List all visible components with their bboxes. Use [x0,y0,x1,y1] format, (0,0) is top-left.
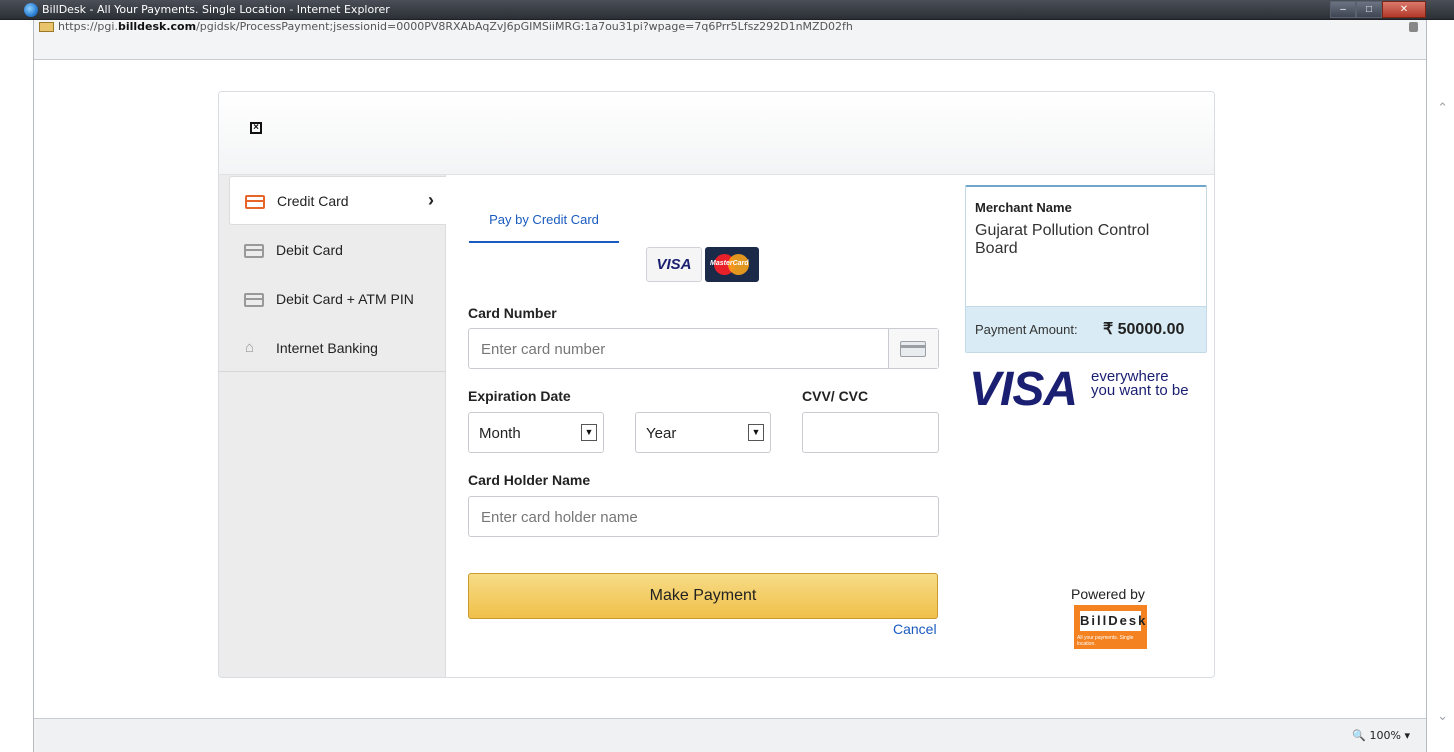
mastercard-logo: MasterCard [705,247,759,282]
cancel-link[interactable]: Cancel [893,621,937,637]
visa-logo: VISA [646,247,702,282]
sidebar-item-label: Credit Card [277,193,349,209]
status-bar: 🔍 100% ▾ [34,718,1426,752]
chevron-down-icon: ▼ [581,424,597,441]
payment-method-nav: Credit Card › Debit Card Debit Card + AT… [219,175,446,677]
sidebar-item-label: Internet Banking [276,340,378,356]
address-bar[interactable]: https://pgi.billdesk.com/pgidsk/ProcessP… [0,20,1454,60]
card-holder-label: Card Holder Name [468,472,591,488]
sidebar-item-debit-card[interactable]: Debit Card [229,226,446,275]
home-icon: ⌂ [245,339,255,356]
expiration-date-label: Expiration Date [468,388,571,404]
lock-icon[interactable] [1409,22,1418,32]
close-window-button[interactable]: ✕ [1382,1,1426,18]
cvv-input[interactable] [802,412,939,453]
tab-pay-by-credit-card[interactable]: Pay by Credit Card [469,210,619,243]
month-select[interactable]: Month ▼ [468,412,604,453]
scroll-down-icon[interactable]: ⌄ [1437,708,1448,724]
internet-explorer-icon [24,3,38,17]
visa-tagline: everywhere you want to be [1091,368,1189,399]
vertical-scrollbar[interactable]: ⌃ ⌄ [1426,20,1454,752]
card-number-label: Card Number [468,305,557,321]
make-payment-button[interactable]: Make Payment [468,573,938,619]
card-holder-input[interactable]: Enter card holder name [468,496,939,537]
sidebar-item-internet-banking[interactable]: ⌂ Internet Banking [229,324,446,373]
panel-header: × [219,92,1214,175]
chevron-down-icon: ▼ [748,424,764,441]
maximize-button[interactable]: □ [1356,1,1382,18]
debit-card-icon [244,293,264,307]
debit-card-icon [244,244,264,258]
scroll-up-icon[interactable]: ⌃ [1437,100,1448,116]
merchant-heading: Merchant Name [975,200,1072,215]
zoom-control[interactable]: 🔍 100% ▾ [1352,729,1410,742]
window-titlebar: BillDesk - All Your Payments. Single Loc… [0,0,1454,20]
zoom-level: 100% [1369,729,1401,742]
card-number-input[interactable]: Enter card number [468,328,939,369]
payment-amount-bar: Payment Amount: ₹ 50000.00 [966,306,1206,352]
year-select[interactable]: Year ▼ [635,412,771,453]
card-icon-addon [888,329,938,368]
month-value: Month [479,425,521,442]
merchant-name: Gujarat Pollution Control Board [975,222,1150,257]
left-frame [0,20,34,752]
close-icon[interactable]: × [250,122,262,134]
sidebar-item-label: Debit Card + ATM PIN [276,291,414,307]
payment-amount-value: ₹ 50000.00 [1103,321,1185,338]
window-controls: – □ ✕ [1330,1,1426,18]
window-title: BillDesk - All Your Payments. Single Loc… [42,3,390,16]
page-icon [39,22,54,32]
credit-card-icon [900,341,926,357]
powered-by-text: Powered by [1071,586,1145,602]
billdesk-logo: BillDesk All your payments. Single locat… [1074,605,1147,649]
chevron-right-icon: › [428,190,434,210]
visa-brand-logo: VISA [969,363,1078,416]
year-value: Year [646,425,677,442]
credit-card-icon [245,195,265,209]
url-text[interactable]: https://pgi.billdesk.com/pgidsk/ProcessP… [58,20,853,33]
sidebar-item-label: Debit Card [276,242,343,258]
payment-amount-label: Payment Amount: [975,322,1078,337]
cvv-label: CVV/ CVC [802,388,869,404]
nav-divider [219,371,445,372]
accepted-cards: VISA MasterCard [646,247,759,282]
merchant-card: Merchant Name Gujarat Pollution Control … [965,185,1207,353]
payment-panel: × Credit Card › Debit Card Debit Card + … [218,91,1215,678]
sidebar-item-debit-card-atm-pin[interactable]: Debit Card + ATM PIN [229,275,446,324]
minimize-button[interactable]: – [1330,1,1356,18]
sidebar-item-credit-card[interactable]: Credit Card › [229,176,446,225]
